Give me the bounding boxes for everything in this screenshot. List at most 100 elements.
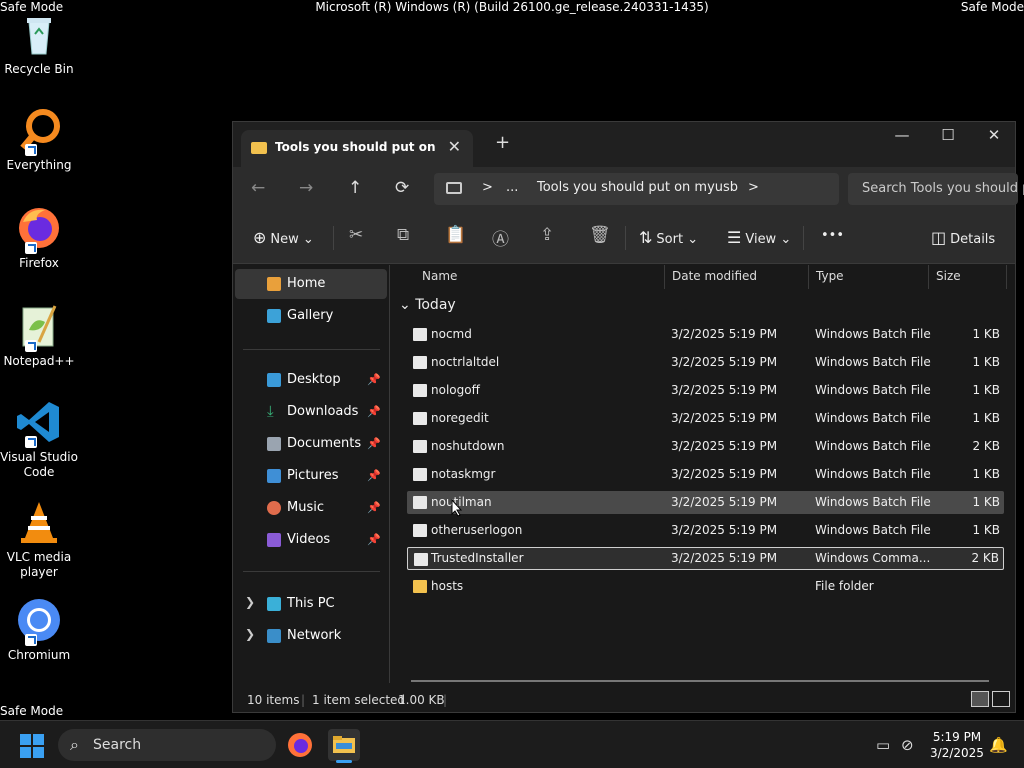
details-pane-button[interactable]: ◫ Details [931, 228, 995, 247]
pin-icon[interactable]: 📌 [367, 501, 381, 514]
desktop-icon-firefox[interactable]: Firefox [0, 204, 78, 271]
file-row[interactable]: hosts File folder [407, 575, 1004, 598]
new-tab-button[interactable]: + [495, 132, 510, 153]
tab-current-folder[interactable]: Tools you should put on myusb ✕ [241, 130, 473, 167]
file-row[interactable]: nologoff 3/2/2025 5:19 PM Windows Batch … [407, 379, 1004, 402]
close-window-button[interactable]: ✕ [971, 126, 1017, 144]
chevron-right-icon[interactable]: ❯ [245, 595, 255, 609]
refresh-button[interactable]: ⟳ [395, 178, 409, 198]
documents-icon [267, 437, 281, 451]
time: 5:19 PM [932, 730, 982, 744]
sort-button[interactable]: ⇅ Sort ⌄ [639, 228, 698, 247]
clock[interactable]: 5:19 PM 3/2/2025 [924, 729, 990, 761]
desktop-icon-everything[interactable]: Everything [0, 106, 78, 173]
search-input[interactable]: Search Tools you should p [862, 181, 1024, 196]
download-icon: ⤓ [267, 402, 274, 420]
new-button-label: New [270, 232, 299, 247]
sidebar-item-label: Gallery [287, 308, 334, 323]
sidebar-item-label: Desktop [287, 372, 341, 387]
file-row[interactable]: noregedit 3/2/2025 5:19 PM Windows Batch… [407, 407, 1004, 430]
batch-file-icon [413, 412, 427, 425]
sidebar-item-this-pc[interactable]: ❯ This PC [235, 589, 387, 619]
sidebar-item-desktop[interactable]: Desktop 📌 [235, 365, 387, 395]
file-date: 3/2/2025 5:19 PM [671, 327, 778, 341]
batch-file-icon [413, 468, 427, 481]
sidebar-item-pictures[interactable]: Pictures 📌 [235, 461, 387, 491]
share-icon[interactable]: ⇪ [540, 225, 554, 245]
delete-icon[interactable]: 🗑 [589, 225, 611, 245]
file-row[interactable]: otheruserlogon 3/2/2025 5:19 PM Windows … [407, 519, 1004, 542]
desktop-icon-vscode[interactable]: Visual Studio Code [0, 398, 78, 480]
desktop-icon-notepadpp[interactable]: Notepad++ [0, 302, 78, 369]
minimize-button[interactable]: — [879, 126, 925, 144]
desktop-icon-vlc[interactable]: VLC media player [0, 498, 78, 580]
sidebar-item-downloads[interactable]: ⤓ Downloads 📌 [235, 397, 387, 427]
file-row-selected[interactable]: TrustedInstaller 3/2/2025 5:19 PM Window… [407, 547, 1004, 570]
network-status-icon[interactable]: ⊘ [901, 736, 914, 754]
breadcrumb-more-button[interactable]: ... [506, 180, 518, 195]
sidebar-item-videos[interactable]: Videos 📌 [235, 525, 387, 555]
chevron-right-icon[interactable]: ❯ [245, 627, 255, 641]
sidebar-item-music[interactable]: Music 📌 [235, 493, 387, 523]
back-button[interactable]: ← [251, 178, 265, 198]
file-row[interactable]: noshutdown 3/2/2025 5:19 PM Windows Batc… [407, 435, 1004, 458]
forward-button[interactable]: → [299, 178, 313, 198]
column-header-type[interactable]: Type [809, 265, 929, 289]
sidebar-item-gallery[interactable]: Gallery [235, 301, 387, 331]
taskbar-search-box[interactable]: ⌕ Search [58, 729, 276, 761]
sidebar-item-network[interactable]: ❯ Network [235, 621, 387, 651]
column-header-name[interactable]: Name [415, 265, 665, 289]
divider [333, 226, 334, 250]
shortcut-arrow-icon [25, 144, 37, 156]
group-header-today[interactable]: ⌄ Today [399, 297, 456, 313]
desktop-icon-chromium[interactable]: Chromium [0, 596, 78, 663]
chevron-down-icon: ⌄ [399, 297, 411, 313]
file-row[interactable]: noutilman 3/2/2025 5:19 PM Windows Batch… [407, 491, 1004, 514]
rename-icon[interactable]: Ⓐ [492, 225, 509, 250]
cut-icon[interactable]: ✂ [349, 225, 363, 245]
batch-file-icon [413, 356, 427, 369]
view-button-label: View [745, 232, 777, 247]
date: 3/2/2025 [930, 746, 984, 760]
file-row[interactable]: noctrlaltdel 3/2/2025 5:19 PM Windows Ba… [407, 351, 1004, 374]
new-button[interactable]: ⊕ New ⌄ [253, 228, 314, 247]
file-size: 2 KB [972, 439, 1000, 453]
address-bar[interactable]: > ... Tools you should put on myusb > [434, 173, 839, 205]
more-options-button[interactable]: ••• [821, 228, 844, 243]
sidebar-item-documents[interactable]: Documents 📌 [235, 429, 387, 459]
start-button[interactable] [20, 734, 44, 758]
display-icon[interactable]: ▭ [876, 736, 890, 754]
horizontal-scrollbar[interactable] [411, 680, 989, 682]
pin-icon[interactable]: 📌 [367, 373, 381, 386]
tiles-view-button[interactable] [992, 691, 1010, 707]
view-button[interactable]: ☰ View ⌄ [727, 228, 791, 247]
file-row[interactable]: nocmd 3/2/2025 5:19 PM Windows Batch Fil… [407, 323, 1004, 346]
desktop-icon-recycle-bin[interactable]: Recycle Bin [0, 10, 78, 77]
pin-icon[interactable]: 📌 [367, 533, 381, 546]
search-box[interactable]: Search Tools you should p [848, 173, 1024, 205]
close-tab-button[interactable]: ✕ [448, 137, 461, 156]
pin-icon[interactable]: 📌 [367, 437, 381, 450]
copy-icon[interactable]: ⧉ [397, 225, 409, 245]
taskbar-file-explorer[interactable] [328, 729, 360, 763]
taskbar-firefox[interactable] [284, 729, 316, 761]
file-date: 3/2/2025 5:19 PM [671, 411, 778, 425]
paste-icon[interactable]: 📋 [445, 225, 466, 245]
maximize-button[interactable]: ☐ [925, 126, 971, 144]
up-button[interactable]: ↑ [348, 178, 362, 198]
column-header-size[interactable]: Size [929, 265, 1007, 289]
chevron-right-icon[interactable]: > [482, 180, 493, 195]
pin-icon[interactable]: 📌 [367, 469, 381, 482]
sidebar-item-home[interactable]: Home [235, 269, 387, 299]
file-list: Name Date modified Type Size ⌄ Today noc… [391, 265, 1015, 683]
pin-icon[interactable]: 📌 [367, 405, 381, 418]
chevron-right-icon[interactable]: > [748, 180, 759, 195]
details-pane-icon: ◫ [931, 228, 947, 247]
notification-bell-icon[interactable]: 🔔 [989, 736, 1008, 754]
column-header-date-modified[interactable]: Date modified [665, 265, 809, 289]
breadcrumb-current[interactable]: Tools you should put on myusb [537, 180, 738, 195]
firefox-icon [15, 204, 63, 254]
details-view-button[interactable] [971, 691, 989, 707]
sidebar-item-label: Videos [287, 532, 331, 547]
file-row[interactable]: notaskmgr 3/2/2025 5:19 PM Windows Batch… [407, 463, 1004, 486]
